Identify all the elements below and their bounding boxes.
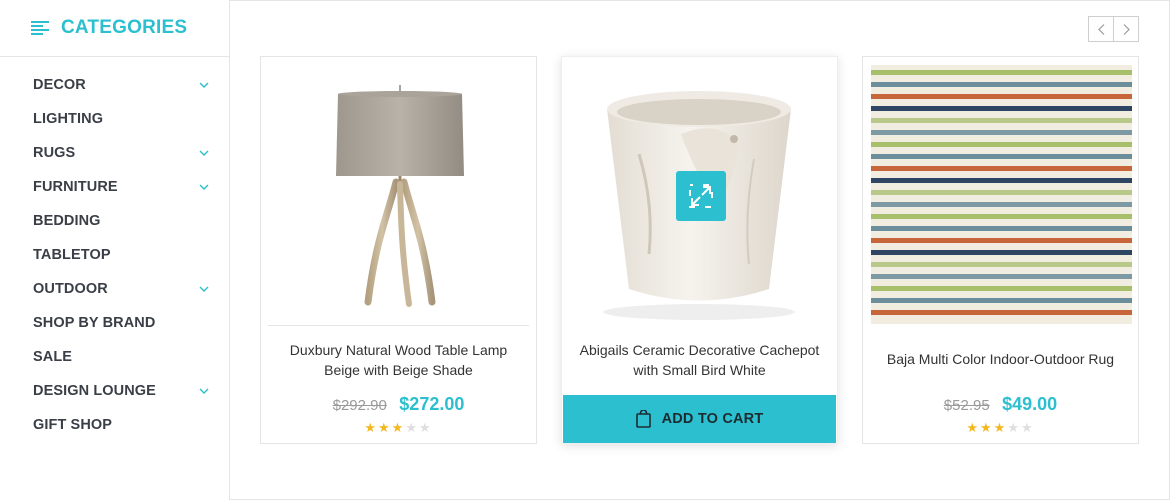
chevron-down-icon[interactable]	[199, 150, 209, 156]
sidebar-item-label: RUGS	[33, 145, 76, 161]
sidebar-item-label: OUTDOOR	[33, 281, 108, 297]
sidebar-item-shop-by-brand[interactable]: SHOP BY BRAND	[0, 306, 229, 340]
sidebar-item-gift-shop[interactable]: GIFT SHOP	[0, 408, 229, 442]
star-empty-icon: ★	[1020, 420, 1035, 435]
striped-rug-image	[871, 65, 1132, 324]
sidebar-item-label: DESIGN LOUNGE	[33, 383, 156, 399]
product-name[interactable]: Abigails Ceramic Decorative Cachepot wit…	[572, 340, 827, 380]
sidebar-item-tabletop[interactable]: TABLETOP	[0, 238, 229, 272]
sidebar-item-outdoor[interactable]: OUTDOOR	[0, 272, 229, 306]
rating-stars: ★★★★★	[863, 421, 1138, 435]
sidebar-item-label: BEDDING	[33, 213, 101, 229]
expand-icon	[689, 184, 713, 208]
sidebar-item-design-lounge[interactable]: DESIGN LOUNGE	[0, 374, 229, 408]
add-to-cart-button[interactable]: ADD TO CART	[563, 395, 836, 443]
star-empty-icon: ★	[405, 420, 419, 435]
sidebar-item-rugs[interactable]: RUGS	[0, 136, 229, 170]
rating-stars: ★★★★★	[261, 421, 536, 435]
categories-title: CATEGORIES	[61, 17, 188, 38]
chevron-down-icon[interactable]	[199, 184, 209, 190]
category-list: DECOR LIGHTING RUGS FURNITURE BEDDING TABLETO…	[0, 57, 229, 442]
card-divider	[268, 325, 529, 326]
product-card[interactable]: Baja Multi Color Indoor-Outdoor Rug $52.…	[862, 56, 1139, 444]
sidebar-item-label: SALE	[33, 349, 73, 365]
star-filled-icon: ★	[391, 420, 406, 435]
product-name[interactable]: Duxbury Natural Wood Table Lamp Beige wi…	[271, 340, 526, 380]
current-price: $49.00	[1002, 394, 1058, 414]
product-card[interactable]: Abigails Ceramic Decorative Cachepot wit…	[561, 56, 838, 444]
star-filled-icon: ★	[966, 420, 981, 435]
old-price: $52.95	[943, 397, 990, 414]
quick-view-button[interactable]	[676, 171, 726, 221]
carousel-next-button[interactable]	[1113, 16, 1139, 42]
chevron-right-icon	[1123, 23, 1130, 35]
chevron-down-icon[interactable]	[199, 286, 209, 292]
add-to-cart-label: ADD TO CART	[661, 411, 764, 427]
carousel-nav	[1088, 16, 1139, 42]
star-empty-icon: ★	[418, 420, 433, 435]
sidebar-item-lighting[interactable]: LIGHTING	[0, 102, 229, 136]
old-price: $292.90	[332, 397, 387, 414]
sidebar-item-label: LIGHTING	[33, 111, 104, 127]
star-empty-icon: ★	[1007, 420, 1021, 435]
categories-sidebar: CATEGORIES DECOR LIGHTING RUGS FURNITURE BED…	[0, 0, 230, 500]
sidebar-item-label: SHOP BY BRAND	[33, 315, 156, 331]
sidebar-item-furniture[interactable]: FURNITURE	[0, 170, 229, 204]
product-price: $52.95 $49.00	[863, 394, 1138, 415]
categories-header: CATEGORIES	[0, 0, 229, 57]
shopping-bag-icon	[635, 410, 651, 428]
current-price: $272.00	[399, 394, 465, 414]
product-price: $292.90 $272.00	[261, 394, 536, 415]
sidebar-item-label: FURNITURE	[33, 179, 118, 195]
menu-lines-icon	[31, 21, 49, 35]
sidebar-item-decor[interactable]: DECOR	[0, 68, 229, 102]
star-filled-icon: ★	[980, 420, 994, 435]
star-filled-icon: ★	[364, 420, 379, 435]
product-card[interactable]: Duxbury Natural Wood Table Lamp Beige wi…	[260, 56, 537, 444]
carousel-prev-button[interactable]	[1088, 16, 1114, 42]
product-image-striped-rug[interactable]	[870, 64, 1133, 325]
chevron-down-icon[interactable]	[199, 388, 209, 394]
sidebar-item-sale[interactable]: SALE	[0, 340, 229, 374]
star-filled-icon: ★	[993, 420, 1008, 435]
table-lamp-image	[336, 85, 464, 307]
chevron-left-icon	[1097, 23, 1104, 35]
product-name[interactable]: Baja Multi Color Indoor-Outdoor Rug	[873, 349, 1128, 369]
sidebar-item-label: GIFT SHOP	[33, 417, 113, 433]
star-filled-icon: ★	[378, 420, 392, 435]
chevron-down-icon[interactable]	[199, 82, 209, 88]
product-image-table-lamp[interactable]	[268, 64, 531, 325]
sidebar-item-label: TABLETOP	[33, 247, 111, 263]
sidebar-item-label: DECOR	[33, 77, 86, 93]
sidebar-item-bedding[interactable]: BEDDING	[0, 204, 229, 238]
